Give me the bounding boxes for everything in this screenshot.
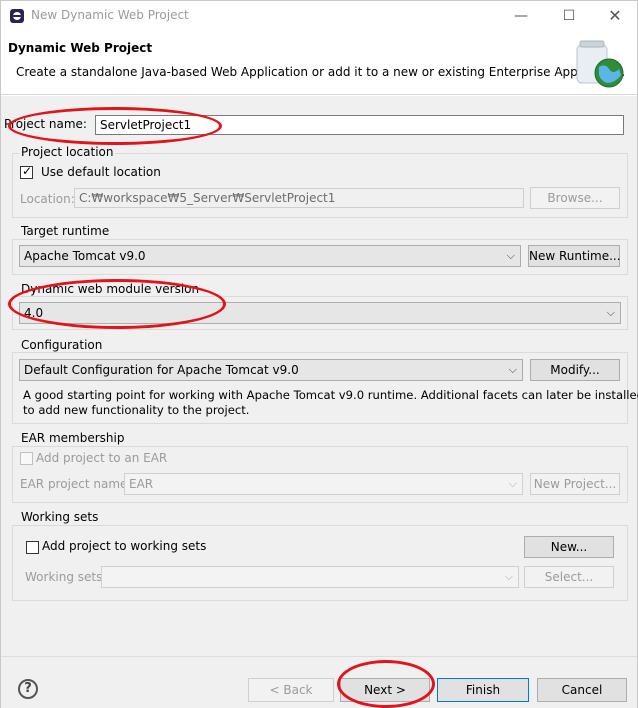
use-default-location-checkbox[interactable]: ✓ [20,164,33,179]
chevron-down-icon: ⌵ [508,363,517,376]
chevron-down-icon: ⌵ [504,570,513,583]
configuration-select[interactable]: Default Configuration for Apache Tomcat … [19,359,523,381]
project-name-input[interactable]: ServletProject1 [95,115,624,135]
new-working-set-button[interactable]: New... [524,536,614,558]
location-label: Location: [20,192,75,206]
minimize-button[interactable]: — [498,1,544,31]
target-runtime-select[interactable]: Apache Tomcat v9.0 ⌵ [19,245,521,267]
add-to-working-sets-checkbox[interactable] [26,541,39,554]
location-input[interactable]: C:₩workspace₩5_Server₩ServletProject1 [74,188,524,208]
add-to-ear-checkbox[interactable] [20,452,33,465]
wizard-footer: ? < Back Next > Finish Cancel [1,656,637,708]
maximize-button[interactable]: ☐ [546,1,592,31]
ear-membership-label: EAR membership [19,431,127,445]
help-icon[interactable]: ? [18,679,38,699]
web-project-jar-globe-icon [576,40,624,88]
working-sets-select[interactable]: ⌵ [101,566,519,588]
chevron-down-icon: ⌵ [506,249,515,262]
target-runtime-value: Apache Tomcat v9.0 [24,249,146,263]
ear-project-name-value: EAR [129,477,154,491]
configuration-value: Default Configuration for Apache Tomcat … [24,363,299,377]
add-to-working-sets-label: Add project to working sets [42,539,207,553]
configuration-label: Configuration [19,338,105,352]
cancel-button[interactable]: Cancel [537,678,627,702]
wizard-title: Dynamic Web Project [8,41,153,55]
finish-button[interactable]: Finish [437,678,529,702]
title-bar: New Dynamic Web Project — ☐ ✕ [1,1,637,31]
modify-button[interactable]: Modify... [530,359,620,381]
wizard-description: Create a standalone Java-based Web Appli… [16,65,626,79]
chevron-down-icon: ⌵ [508,477,517,490]
chevron-down-icon: ⌵ [606,306,615,319]
checkmark-icon: ✓ [22,164,33,178]
add-to-ear-label: Add project to an EAR [36,451,168,465]
eclipse-icon [10,9,24,23]
module-version-value: 4.0 [24,306,44,320]
ear-project-name-label: EAR project name: [20,477,132,491]
project-name-label: Project name: [4,117,87,131]
back-button[interactable]: < Back [248,678,334,702]
next-button[interactable]: Next > [340,678,430,702]
configuration-description-line1: A good starting point for working with A… [23,388,638,402]
dialog-window: New Dynamic Web Project — ☐ ✕ Dynamic We… [0,0,638,708]
ear-project-name-select[interactable]: EAR ⌵ [124,473,523,495]
module-version-label: Dynamic web module version [19,282,202,296]
working-sets-label: Working sets [19,510,101,524]
wizard-body: Project name: ServletProject1 Project lo… [1,96,638,656]
use-default-location-label: Use default location [41,165,161,179]
project-location-label: Project location [19,145,116,159]
working-sets-field-label: Working sets: [25,570,107,584]
configuration-description-line2: to add new functionality to the project. [23,403,250,417]
target-runtime-label: Target runtime [19,224,112,238]
module-version-select[interactable]: 4.0 ⌵ [19,302,621,324]
window-title: New Dynamic Web Project [31,8,189,22]
wizard-header: Dynamic Web Project Create a standalone … [1,31,637,95]
new-ear-project-button[interactable]: New Project... [530,473,620,495]
browse-button[interactable]: Browse... [530,187,620,209]
new-runtime-button[interactable]: New Runtime... [528,245,621,267]
select-working-sets-button[interactable]: Select... [524,566,614,588]
close-button[interactable]: ✕ [592,1,638,31]
